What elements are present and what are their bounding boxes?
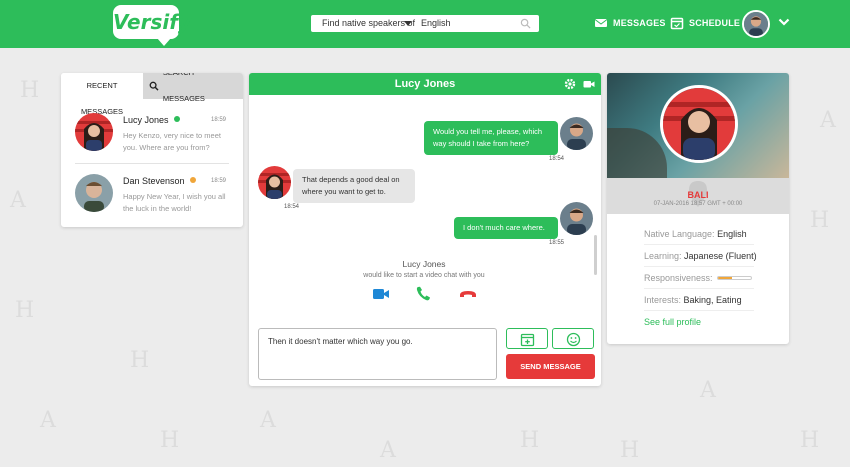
chevron-down-icon[interactable] (778, 17, 790, 27)
message-time: 18:55 (549, 240, 565, 246)
conversation-preview: Hey Kenzo, very nice to meet you. Where … (123, 131, 221, 152)
tab-recent-messages[interactable]: RECENT MESSAGES (61, 73, 143, 116)
learning-row: Learning: Japanese (Fluent) (644, 251, 757, 267)
profile-avatar (660, 85, 738, 163)
recent-messages-panel: RECENT MESSAGES SEARCH MESSAGES Lucy Jon… (61, 73, 243, 227)
profile-local-time: 07-JAN-2016 18:57 GMT + 00:00 (653, 201, 743, 207)
outgoing-message: Would you tell me, please, which way sho… (424, 121, 558, 155)
message-time: 18:54 (549, 156, 565, 162)
emoji-button[interactable] (552, 328, 594, 349)
search-icon[interactable] (520, 18, 531, 29)
avatar (560, 202, 593, 235)
smiley-icon (566, 332, 581, 347)
video-request-name: Lucy Jones (402, 259, 446, 269)
tab-search-messages-label: SEARCH MESSAGES (162, 73, 205, 103)
conversation-name: Dan Stevenson (123, 176, 196, 186)
search-bar: Find native speakers of (311, 15, 539, 32)
away-status-dot (189, 177, 196, 183)
sidebar-tabs: RECENT MESSAGES SEARCH MESSAGES (61, 73, 243, 116)
conversation-item[interactable]: Lucy Jones 18:59 Hey Kenzo, very nice to… (75, 113, 229, 173)
user-avatar[interactable] (742, 10, 770, 38)
decline-call-icon[interactable] (459, 286, 477, 302)
calendar-icon (670, 17, 684, 30)
accept-call-icon[interactable] (415, 286, 433, 302)
conversation-time: 18:59 (210, 117, 226, 123)
conversation-item[interactable]: Dan Stevenson 18:59 Happy New Year, I wi… (75, 174, 229, 227)
tab-search-messages[interactable]: SEARCH MESSAGES (143, 73, 243, 103)
online-status-dot (173, 116, 180, 122)
search-input[interactable] (421, 16, 521, 30)
search-language-select[interactable]: Find native speakers of (322, 18, 415, 28)
schedule-button[interactable] (506, 328, 548, 349)
profile-panel: BALI 07-JAN-2016 18:57 GMT + 00:00 Nativ… (607, 73, 789, 344)
message-input[interactable]: Then it doesn't matter which way you go. (258, 328, 497, 380)
search-icon (149, 81, 159, 91)
profile-location: BALI (687, 190, 709, 200)
see-full-profile-link[interactable]: See full profile (644, 317, 701, 327)
nav-messages[interactable]: MESSAGES (594, 16, 666, 30)
nav-messages-label: MESSAGES (613, 18, 666, 28)
video-call-icon[interactable] (372, 286, 390, 302)
incoming-message: That depends a good deal on where you wa… (293, 169, 415, 203)
nav-schedule[interactable]: SCHEDULE (670, 16, 740, 30)
interests-row: Interests: Baking, Eating (644, 295, 754, 311)
chat-title: Lucy Jones (394, 78, 456, 90)
divider (75, 163, 229, 164)
avatar (75, 113, 113, 151)
dropdown-caret-icon[interactable] (404, 21, 412, 26)
native-language-row: Native Language: English (644, 229, 754, 245)
message-time: 18:54 (284, 204, 300, 210)
calendar-add-icon (520, 333, 535, 347)
video-camera-icon[interactable] (583, 78, 595, 90)
chat-scrollbar[interactable] (594, 235, 597, 275)
avatar (75, 174, 113, 212)
nav-schedule-label: SCHEDULE (689, 18, 741, 28)
responsiveness-bar (716, 276, 752, 280)
envelope-icon (594, 19, 608, 27)
send-message-button[interactable]: SEND MESSAGE (506, 354, 595, 379)
top-navbar: Versify Find native speakers of MESSAGES… (0, 0, 850, 48)
avatar (560, 117, 593, 150)
chat-panel: Lucy Jones Would you tell me, please, wh… (249, 73, 601, 386)
conversation-name: Lucy Jones (123, 115, 180, 125)
chat-header: Lucy Jones (249, 73, 601, 95)
video-request-text: would like to start a video chat with yo… (363, 272, 485, 279)
logo[interactable]: Versify (113, 5, 191, 46)
outgoing-message: I don't much care where. (454, 217, 558, 239)
conversation-preview: Happy New Year, I wish you all the luck … (123, 192, 226, 213)
avatar (258, 166, 291, 199)
responsiveness-row: Responsiveness: (644, 273, 754, 289)
conversation-time: 18:59 (210, 178, 226, 184)
gear-icon[interactable] (564, 78, 576, 90)
